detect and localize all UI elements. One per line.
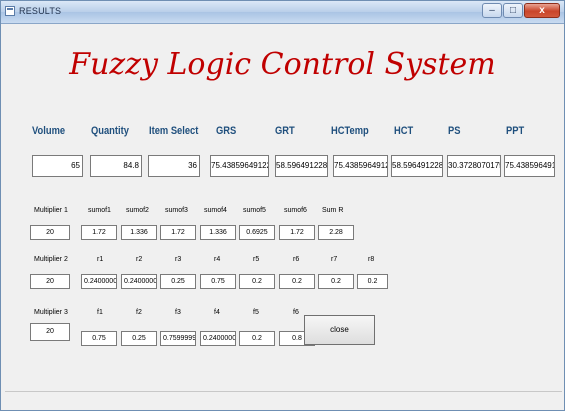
sumof2-field[interactable]: 1.336 (121, 225, 157, 240)
multiplier-1-field[interactable]: 20 (30, 225, 70, 240)
ppt-field[interactable]: 75.438596491228 (504, 155, 555, 177)
r8-label: r8 (368, 256, 375, 263)
r8-field[interactable]: 0.2 (357, 274, 388, 289)
r3-label: r3 (175, 256, 182, 263)
sumof2-label: sumof2 (126, 207, 149, 214)
sumof5-field[interactable]: 0.6925 (239, 225, 275, 240)
quantity-field[interactable]: 84.8 (90, 155, 142, 177)
r4-label: r4 (214, 256, 221, 263)
hctemp-field[interactable]: 75.438596491228 (333, 155, 388, 177)
r1-label: r1 (97, 256, 104, 263)
header-hct: HCT (394, 125, 414, 137)
divider (5, 391, 562, 392)
multiplier-2-label: Multiplier 2 (34, 256, 68, 263)
multiplier-3-field[interactable]: 20 (30, 323, 70, 341)
r1-field[interactable]: 0.240000000 (81, 274, 117, 289)
window-title: RESULTS (19, 6, 62, 16)
r6-label: r6 (293, 256, 300, 263)
sumof3-label: sumof3 (165, 207, 188, 214)
f1-label: f1 (97, 309, 103, 316)
multiplier-2-field[interactable]: 20 (30, 274, 70, 289)
multiplier-3-label: Multiplier 3 (34, 309, 68, 316)
item-select-field[interactable]: 36 (148, 155, 200, 177)
r5-field[interactable]: 0.2 (239, 274, 275, 289)
f2-field[interactable]: 0.25 (121, 331, 157, 346)
r2-field[interactable]: 0.240000000 (121, 274, 157, 289)
sumof3-field[interactable]: 1.72 (160, 225, 196, 240)
sum-r-field[interactable]: 2.28 (318, 225, 354, 240)
r7-field[interactable]: 0.2 (318, 274, 354, 289)
header-quantity: Quantity (91, 125, 129, 137)
f3-field[interactable]: 0.75999999 (160, 331, 196, 346)
app-title: Fuzzy Logic Control System (69, 47, 496, 82)
results-window: RESULTS – □ x Fuzzy Logic Control System… (0, 0, 565, 411)
sumof4-field[interactable]: 1.336 (200, 225, 236, 240)
sumof6-field[interactable]: 1.72 (279, 225, 315, 240)
volume-field[interactable]: 65 (32, 155, 83, 177)
f2-label: f2 (136, 309, 142, 316)
header-ppt: PPT (506, 125, 525, 137)
f3-label: f3 (175, 309, 181, 316)
r3-field[interactable]: 0.25 (160, 274, 196, 289)
header-hctemp: HCTemp (331, 125, 369, 137)
header-item-select: Item Select (149, 125, 199, 137)
r6-field[interactable]: 0.2 (279, 274, 315, 289)
maximize-button[interactable]: □ (503, 3, 523, 18)
close-button[interactable]: close (304, 315, 375, 345)
f4-field[interactable]: 0.240000000 (200, 331, 236, 346)
sumof1-field[interactable]: 1.72 (81, 225, 117, 240)
close-window-button[interactable]: x (524, 3, 560, 18)
multiplier-1-label: Multiplier 1 (34, 207, 68, 214)
window-controls: – □ x (481, 3, 560, 19)
sum-r-label: Sum R (322, 207, 344, 214)
window-icon (5, 6, 15, 16)
hct-field[interactable]: 58.5964912280702 (391, 155, 443, 177)
minimize-button[interactable]: – (482, 3, 502, 18)
title-bar[interactable]: RESULTS – □ x (1, 1, 564, 24)
f4-label: f4 (214, 309, 220, 316)
f5-label: f5 (253, 309, 259, 316)
r7-label: r7 (331, 256, 338, 263)
f6-label: f6 (293, 309, 299, 316)
f1-field[interactable]: 0.75 (81, 331, 117, 346)
ps-field[interactable]: 30.3728070175438 (447, 155, 501, 177)
sumof6-label: sumof6 (284, 207, 307, 214)
grt-field[interactable]: 58.5964912280702 (275, 155, 328, 177)
header-volume: Volume (32, 125, 66, 137)
header-ps: PS (448, 125, 461, 137)
sumof5-label: sumof5 (243, 207, 266, 214)
r2-label: r2 (136, 256, 143, 263)
f5-field[interactable]: 0.2 (239, 331, 275, 346)
sumof1-label: sumof1 (88, 207, 111, 214)
header-grs: GRS (216, 125, 237, 137)
header-grt: GRT (275, 125, 295, 137)
r4-field[interactable]: 0.75 (200, 274, 236, 289)
grs-field[interactable]: 75.438596491228 (210, 155, 269, 177)
sumof4-label: sumof4 (204, 207, 227, 214)
r5-label: r5 (253, 256, 260, 263)
